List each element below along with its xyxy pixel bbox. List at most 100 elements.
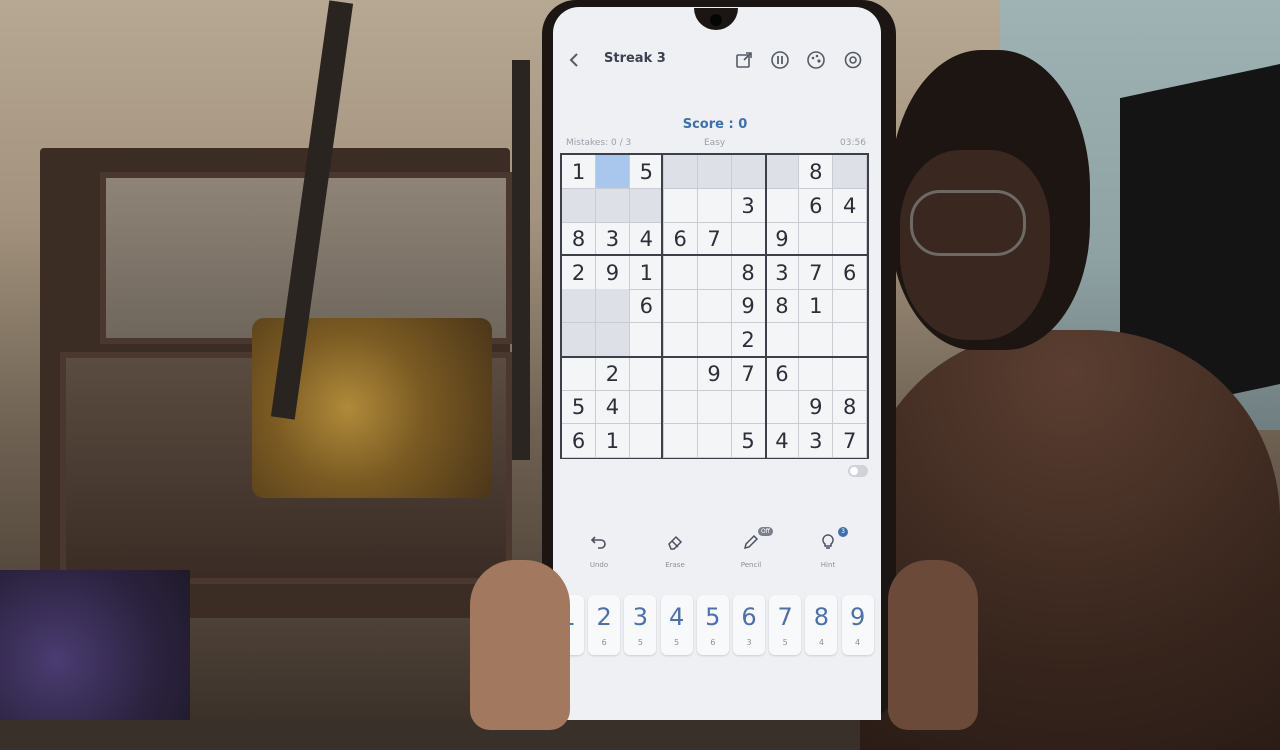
sudoku-cell[interactable]	[562, 356, 596, 391]
sudoku-cell[interactable]: 7	[799, 255, 834, 290]
sudoku-cell[interactable]	[833, 323, 868, 357]
settings-icon[interactable]	[843, 50, 863, 70]
undo-button[interactable]: Undo	[575, 533, 623, 569]
palette-icon[interactable]	[806, 50, 826, 70]
number-key-9[interactable]: 94	[841, 595, 874, 655]
sudoku-cell[interactable]: 8	[833, 390, 868, 425]
sudoku-cell[interactable]: 2	[562, 255, 596, 290]
back-icon[interactable]	[565, 50, 585, 70]
sudoku-cell[interactable]	[697, 423, 732, 458]
sudoku-cell[interactable]	[663, 188, 698, 223]
number-key-6[interactable]: 63	[733, 595, 765, 655]
sudoku-cell[interactable]	[697, 323, 732, 357]
sudoku-cell[interactable]	[629, 356, 664, 391]
sudoku-cell[interactable]	[663, 423, 698, 458]
sudoku-cell[interactable]: 9	[731, 289, 766, 324]
sudoku-cell[interactable]: 2	[731, 323, 766, 357]
sudoku-cell[interactable]	[663, 255, 698, 290]
number-key-2[interactable]: 26	[588, 595, 621, 655]
sudoku-cell[interactable]: 9	[595, 255, 630, 290]
pause-icon[interactable]	[770, 50, 790, 70]
sudoku-cell[interactable]	[562, 323, 596, 357]
sudoku-cell[interactable]: 6	[663, 222, 698, 257]
sudoku-cell[interactable]: 2	[595, 356, 630, 391]
erase-button[interactable]: Erase	[651, 533, 699, 569]
sudoku-cell[interactable]	[731, 222, 766, 257]
sudoku-cell[interactable]: 8	[765, 289, 800, 324]
sudoku-cell[interactable]: 1	[629, 255, 664, 290]
sudoku-cell[interactable]: 9	[765, 222, 800, 257]
number-key-remaining: 3	[746, 638, 752, 647]
sudoku-cell[interactable]: 4	[765, 423, 800, 458]
sudoku-cell[interactable]: 7	[697, 222, 732, 257]
sudoku-cell[interactable]	[562, 289, 596, 324]
sudoku-cell[interactable]	[765, 390, 800, 425]
sudoku-cell[interactable]	[663, 323, 698, 357]
sudoku-cell[interactable]	[765, 188, 800, 223]
sudoku-cell[interactable]: 3	[731, 188, 766, 223]
sudoku-cell[interactable]	[799, 323, 834, 357]
share-icon[interactable]	[734, 50, 754, 70]
number-key-digit: 7	[777, 603, 793, 631]
number-key-3[interactable]: 35	[624, 595, 657, 655]
number-key-8[interactable]: 84	[805, 595, 838, 655]
sudoku-cell[interactable]	[765, 323, 800, 357]
sudoku-cell[interactable]	[799, 222, 834, 257]
sudoku-cell[interactable]: 1	[799, 289, 834, 324]
sudoku-cell[interactable]: 1	[562, 155, 596, 189]
sudoku-cell[interactable]: 7	[833, 423, 868, 458]
number-key-4[interactable]: 45	[660, 595, 693, 655]
sudoku-cell[interactable]	[697, 188, 732, 223]
sudoku-cell[interactable]: 5	[629, 155, 664, 189]
sudoku-cell[interactable]	[629, 323, 664, 357]
sudoku-cell[interactable]	[663, 356, 698, 391]
sudoku-cell[interactable]	[731, 155, 766, 189]
sudoku-cell[interactable]	[629, 188, 664, 223]
sudoku-cell[interactable]: 3	[765, 255, 800, 290]
sudoku-cell[interactable]: 9	[697, 356, 732, 391]
number-key-7[interactable]: 75	[769, 595, 802, 655]
sudoku-cell[interactable]: 6	[799, 188, 834, 223]
sudoku-cell[interactable]: 8	[799, 155, 834, 189]
sudoku-cell[interactable]	[663, 289, 698, 324]
sudoku-cell[interactable]	[595, 323, 630, 357]
sudoku-cell[interactable]: 4	[833, 188, 868, 223]
sudoku-cell[interactable]: 8	[562, 222, 596, 257]
sudoku-cell[interactable]: 6	[629, 289, 664, 324]
sudoku-cell[interactable]: 6	[765, 356, 800, 391]
sudoku-cell[interactable]: 3	[595, 222, 630, 257]
sudoku-cell[interactable]	[833, 356, 868, 391]
sudoku-cell[interactable]	[595, 289, 630, 324]
sudoku-cell[interactable]: 5	[562, 390, 596, 425]
sudoku-cell[interactable]	[629, 423, 664, 458]
sudoku-cell[interactable]	[731, 390, 766, 425]
sudoku-cell[interactable]: 9	[799, 390, 834, 425]
pencil-button[interactable]: Pencil	[727, 533, 775, 569]
sudoku-cell[interactable]	[765, 155, 800, 189]
sudoku-cell[interactable]	[799, 356, 834, 391]
sudoku-cell[interactable]: 3	[799, 423, 834, 458]
sudoku-cell[interactable]	[663, 155, 698, 189]
sudoku-cell[interactable]: 4	[595, 390, 630, 425]
sudoku-cell[interactable]: 5	[731, 423, 766, 458]
sudoku-cell[interactable]: 7	[731, 356, 766, 391]
hint-button[interactable]: Hint	[804, 533, 852, 569]
sudoku-cell[interactable]	[663, 390, 698, 425]
sudoku-cell[interactable]	[697, 289, 732, 324]
sudoku-cell[interactable]	[697, 390, 732, 425]
sudoku-cell[interactable]	[595, 188, 630, 223]
number-key-5[interactable]: 56	[696, 595, 729, 655]
sudoku-cell[interactable]	[697, 155, 732, 189]
sudoku-cell[interactable]	[833, 155, 868, 189]
sudoku-cell[interactable]	[595, 155, 630, 189]
sudoku-cell[interactable]: 6	[833, 255, 868, 290]
sudoku-cell[interactable]: 6	[562, 423, 596, 458]
sudoku-cell[interactable]	[833, 222, 868, 257]
sudoku-cell[interactable]: 4	[629, 222, 664, 257]
sudoku-cell[interactable]	[562, 188, 596, 223]
sudoku-cell[interactable]: 8	[731, 255, 766, 290]
sudoku-cell[interactable]	[629, 390, 664, 425]
sudoku-cell[interactable]	[833, 289, 868, 324]
sudoku-cell[interactable]	[697, 255, 732, 290]
sudoku-cell[interactable]: 1	[595, 423, 630, 458]
